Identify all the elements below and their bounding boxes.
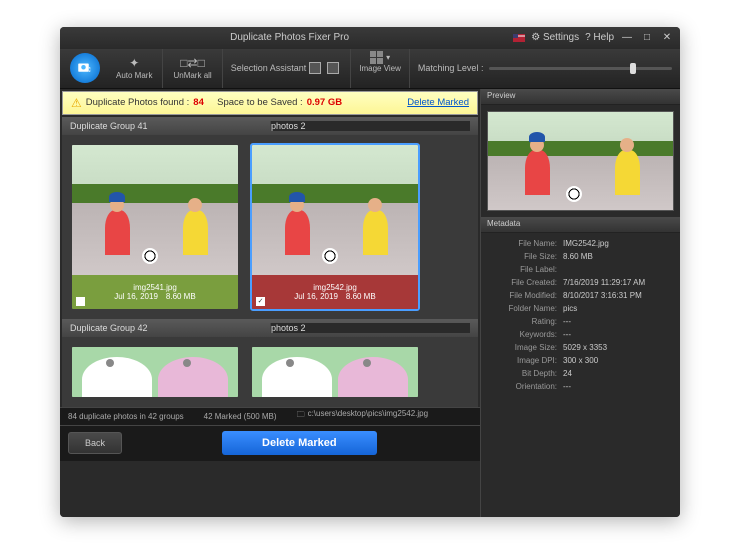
metadata-value bbox=[563, 265, 674, 274]
unmarkall-button[interactable]: □⇄□ UnMark all bbox=[163, 49, 222, 88]
metadata-value: 300 x 300 bbox=[563, 356, 674, 365]
group-header[interactable]: Duplicate Group 41 photos 2 bbox=[62, 117, 478, 135]
imageview-button[interactable]: ▾ Image View bbox=[351, 49, 410, 88]
back-button[interactable]: Back bbox=[68, 432, 122, 454]
wand-icon: ✦ bbox=[129, 56, 139, 70]
status-summary: 84 duplicate photos in 42 groups bbox=[68, 412, 184, 421]
metadata-value: 24 bbox=[563, 369, 674, 378]
maximize-button[interactable]: □ bbox=[640, 31, 654, 45]
photo-footer: ✓ img2542.jpg Jul 16, 20198.60 MB bbox=[252, 275, 418, 309]
metadata-value: IMG2542.jpg bbox=[563, 239, 674, 248]
matching-level: Matching Level : bbox=[410, 63, 680, 73]
minimize-button[interactable]: — bbox=[620, 31, 634, 45]
metadata-value: --- bbox=[563, 382, 674, 391]
metadata-header: Metadata bbox=[481, 217, 680, 233]
metadata-list: File Name:IMG2542.jpgFile Size:8.60 MBFi… bbox=[481, 233, 680, 517]
unmark-icon: □⇄□ bbox=[180, 56, 205, 70]
group-header[interactable]: Duplicate Group 42 photos 2 bbox=[62, 319, 478, 337]
metadata-value: pics bbox=[563, 304, 674, 313]
metadata-key: Orientation: bbox=[487, 382, 557, 391]
titlebar: Duplicate Photos Fixer Pro ⚙ Settings ? … bbox=[60, 27, 680, 49]
duplicate-count: 84 bbox=[193, 97, 204, 108]
status-bar: 84 duplicate photos in 42 groups 42 Mark… bbox=[60, 407, 480, 425]
app-window: Duplicate Photos Fixer Pro ⚙ Settings ? … bbox=[60, 27, 680, 517]
metadata-row: File Size: 8.60 MB bbox=[487, 250, 674, 263]
app-logo-icon bbox=[70, 53, 100, 83]
status-marked: 42 Marked (500 MB) bbox=[204, 412, 277, 421]
chevron-down-icon: ▾ bbox=[386, 53, 390, 62]
metadata-row: Image Size: 5029 x 3353 bbox=[487, 341, 674, 354]
folder-icon: 🗀 bbox=[297, 409, 305, 423]
photo-card[interactable]: img2541.jpg Jul 16, 20198.60 MB bbox=[70, 143, 240, 311]
photo-card[interactable] bbox=[70, 345, 240, 399]
delete-marked-link[interactable]: Delete Marked bbox=[407, 97, 469, 108]
automark-button[interactable]: ✦ Auto Mark bbox=[106, 49, 163, 88]
metadata-key: File Modified: bbox=[487, 291, 557, 300]
group-body bbox=[62, 337, 478, 407]
footer: Back Delete Marked bbox=[60, 425, 480, 461]
metadata-key: Folder Name: bbox=[487, 304, 557, 313]
metadata-key: Keywords: bbox=[487, 330, 557, 339]
metadata-key: Image Size: bbox=[487, 343, 557, 352]
settings-link[interactable]: ⚙ Settings bbox=[531, 32, 579, 43]
metadata-value: --- bbox=[563, 330, 674, 339]
select-tool-1[interactable] bbox=[309, 62, 321, 74]
warning-icon: ⚠ bbox=[71, 96, 82, 110]
metadata-row: Image DPI: 300 x 300 bbox=[487, 354, 674, 367]
metadata-key: File Created: bbox=[487, 278, 557, 287]
metadata-value: 8/10/2017 3:16:31 PM bbox=[563, 291, 674, 300]
selection-assistant: Selection Assistant bbox=[223, 49, 352, 88]
matching-slider[interactable] bbox=[489, 67, 672, 70]
select-tool-2[interactable] bbox=[327, 62, 339, 74]
status-path: 🗀c:\users\desktop\pics\img2542.jpg bbox=[297, 409, 429, 423]
metadata-key: Bit Depth: bbox=[487, 369, 557, 378]
metadata-value: --- bbox=[563, 317, 674, 326]
content-area: ⚠ Duplicate Photos found : 84 Space to b… bbox=[60, 89, 680, 517]
space-saved: 0.97 GB bbox=[307, 97, 342, 108]
photo-checkbox[interactable]: ✓ bbox=[256, 297, 265, 306]
metadata-key: File Size: bbox=[487, 252, 557, 261]
metadata-row: File Modified: 8/10/2017 3:16:31 PM bbox=[487, 289, 674, 302]
photo-thumbnail bbox=[72, 145, 238, 275]
language-flag-icon[interactable] bbox=[513, 34, 525, 42]
photo-thumbnail bbox=[252, 347, 418, 397]
metadata-value: 7/16/2019 11:29:17 AM bbox=[563, 278, 674, 287]
photo-footer: img2541.jpg Jul 16, 20198.60 MB bbox=[72, 275, 238, 309]
metadata-row: Orientation: --- bbox=[487, 380, 674, 393]
app-title: Duplicate Photos Fixer Pro bbox=[66, 32, 513, 43]
photo-card[interactable]: ✓ img2542.jpg Jul 16, 20198.60 MB bbox=[250, 143, 420, 311]
preview-image bbox=[487, 111, 674, 211]
metadata-row: File Name: IMG2542.jpg bbox=[487, 237, 674, 250]
close-button[interactable]: ✕ bbox=[660, 31, 674, 45]
titlebar-controls: ⚙ Settings ? Help — □ ✕ bbox=[513, 31, 674, 45]
metadata-key: Image DPI: bbox=[487, 356, 557, 365]
toolbar: ✦ Auto Mark □⇄□ UnMark all Selection Ass… bbox=[60, 49, 680, 89]
metadata-row: Folder Name: pics bbox=[487, 302, 674, 315]
results-panel: ⚠ Duplicate Photos found : 84 Space to b… bbox=[60, 89, 480, 517]
photo-thumbnail bbox=[252, 145, 418, 275]
photo-card[interactable] bbox=[250, 345, 420, 399]
metadata-value: 8.60 MB bbox=[563, 252, 674, 261]
metadata-row: Bit Depth: 24 bbox=[487, 367, 674, 380]
metadata-row: Keywords: --- bbox=[487, 328, 674, 341]
metadata-row: File Created: 7/16/2019 11:29:17 AM bbox=[487, 276, 674, 289]
side-panel: Preview Metadata File Name:IMG2542.jpgFi… bbox=[480, 89, 680, 517]
photo-checkbox[interactable] bbox=[76, 297, 85, 306]
metadata-row: Rating: --- bbox=[487, 315, 674, 328]
photo-thumbnail bbox=[72, 347, 238, 397]
preview-header: Preview bbox=[481, 89, 680, 105]
metadata-key: File Name: bbox=[487, 239, 557, 248]
metadata-key: File Label: bbox=[487, 265, 557, 274]
help-link[interactable]: ? Help bbox=[585, 32, 614, 43]
group-body: img2541.jpg Jul 16, 20198.60 MB ✓ img254… bbox=[62, 135, 478, 319]
metadata-value: 5029 x 3353 bbox=[563, 343, 674, 352]
delete-marked-button[interactable]: Delete Marked bbox=[222, 431, 377, 455]
metadata-key: Rating: bbox=[487, 317, 557, 326]
info-bar: ⚠ Duplicate Photos found : 84 Space to b… bbox=[62, 91, 478, 115]
metadata-row: File Label: bbox=[487, 263, 674, 276]
